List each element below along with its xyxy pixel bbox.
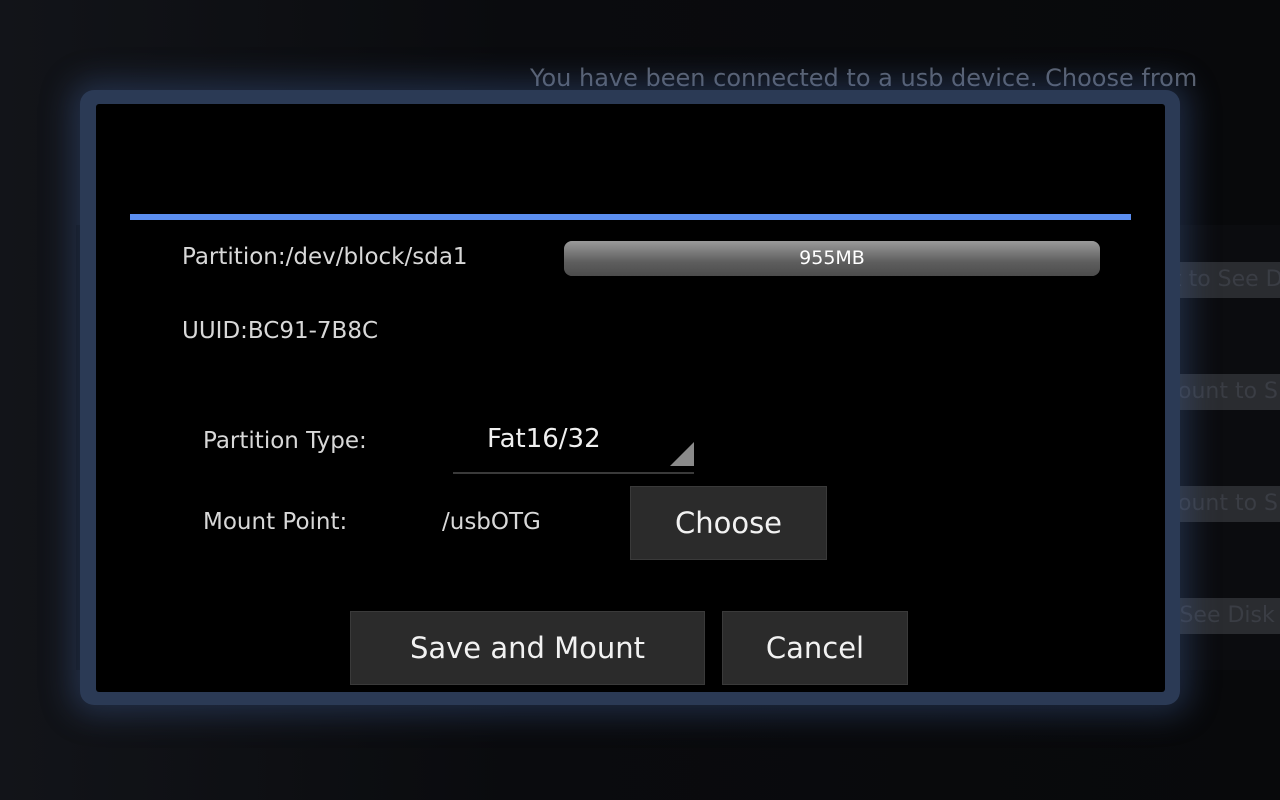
partition-type-label: Partition Type: (203, 428, 367, 454)
mount-point-label: Mount Point: (203, 509, 348, 535)
size-bar: 955MB (564, 241, 1100, 276)
background-list-item[interactable]: nt to See D (1165, 262, 1280, 298)
title-divider (130, 214, 1131, 220)
partition-type-select[interactable]: Fat16/32 (453, 414, 694, 474)
uuid-label: UUID:BC91-7B8C (182, 318, 379, 344)
choose-button[interactable]: Choose (630, 486, 827, 560)
list-item-label: nt to See D (1165, 267, 1280, 292)
list-item-label: o See Disk (1165, 603, 1275, 628)
mount-point-value: /usbOTG (442, 509, 541, 535)
cancel-button[interactable]: Cancel (722, 611, 908, 685)
partition-label: Partition:/dev/block/sda1 (182, 244, 468, 270)
dropdown-arrow-icon (670, 442, 694, 466)
background-list-item[interactable]: Mount to S (1165, 486, 1280, 522)
partition-type-value: Fat16/32 (487, 424, 601, 454)
size-label: 955MB (799, 247, 865, 269)
list-item-label: Mount to S (1165, 491, 1278, 516)
background-list-item[interactable]: Mount to S (1165, 374, 1280, 410)
list-item-label: Mount to S (1165, 379, 1278, 404)
save-and-mount-button[interactable]: Save and Mount (350, 611, 705, 685)
partition-dialog: Partition:/dev/block/sda1 955MB UUID:BC9… (96, 104, 1165, 692)
page-subtitle: You have been connected to a usb device.… (530, 64, 1198, 92)
background-list-item[interactable]: o See Disk (1165, 598, 1280, 634)
